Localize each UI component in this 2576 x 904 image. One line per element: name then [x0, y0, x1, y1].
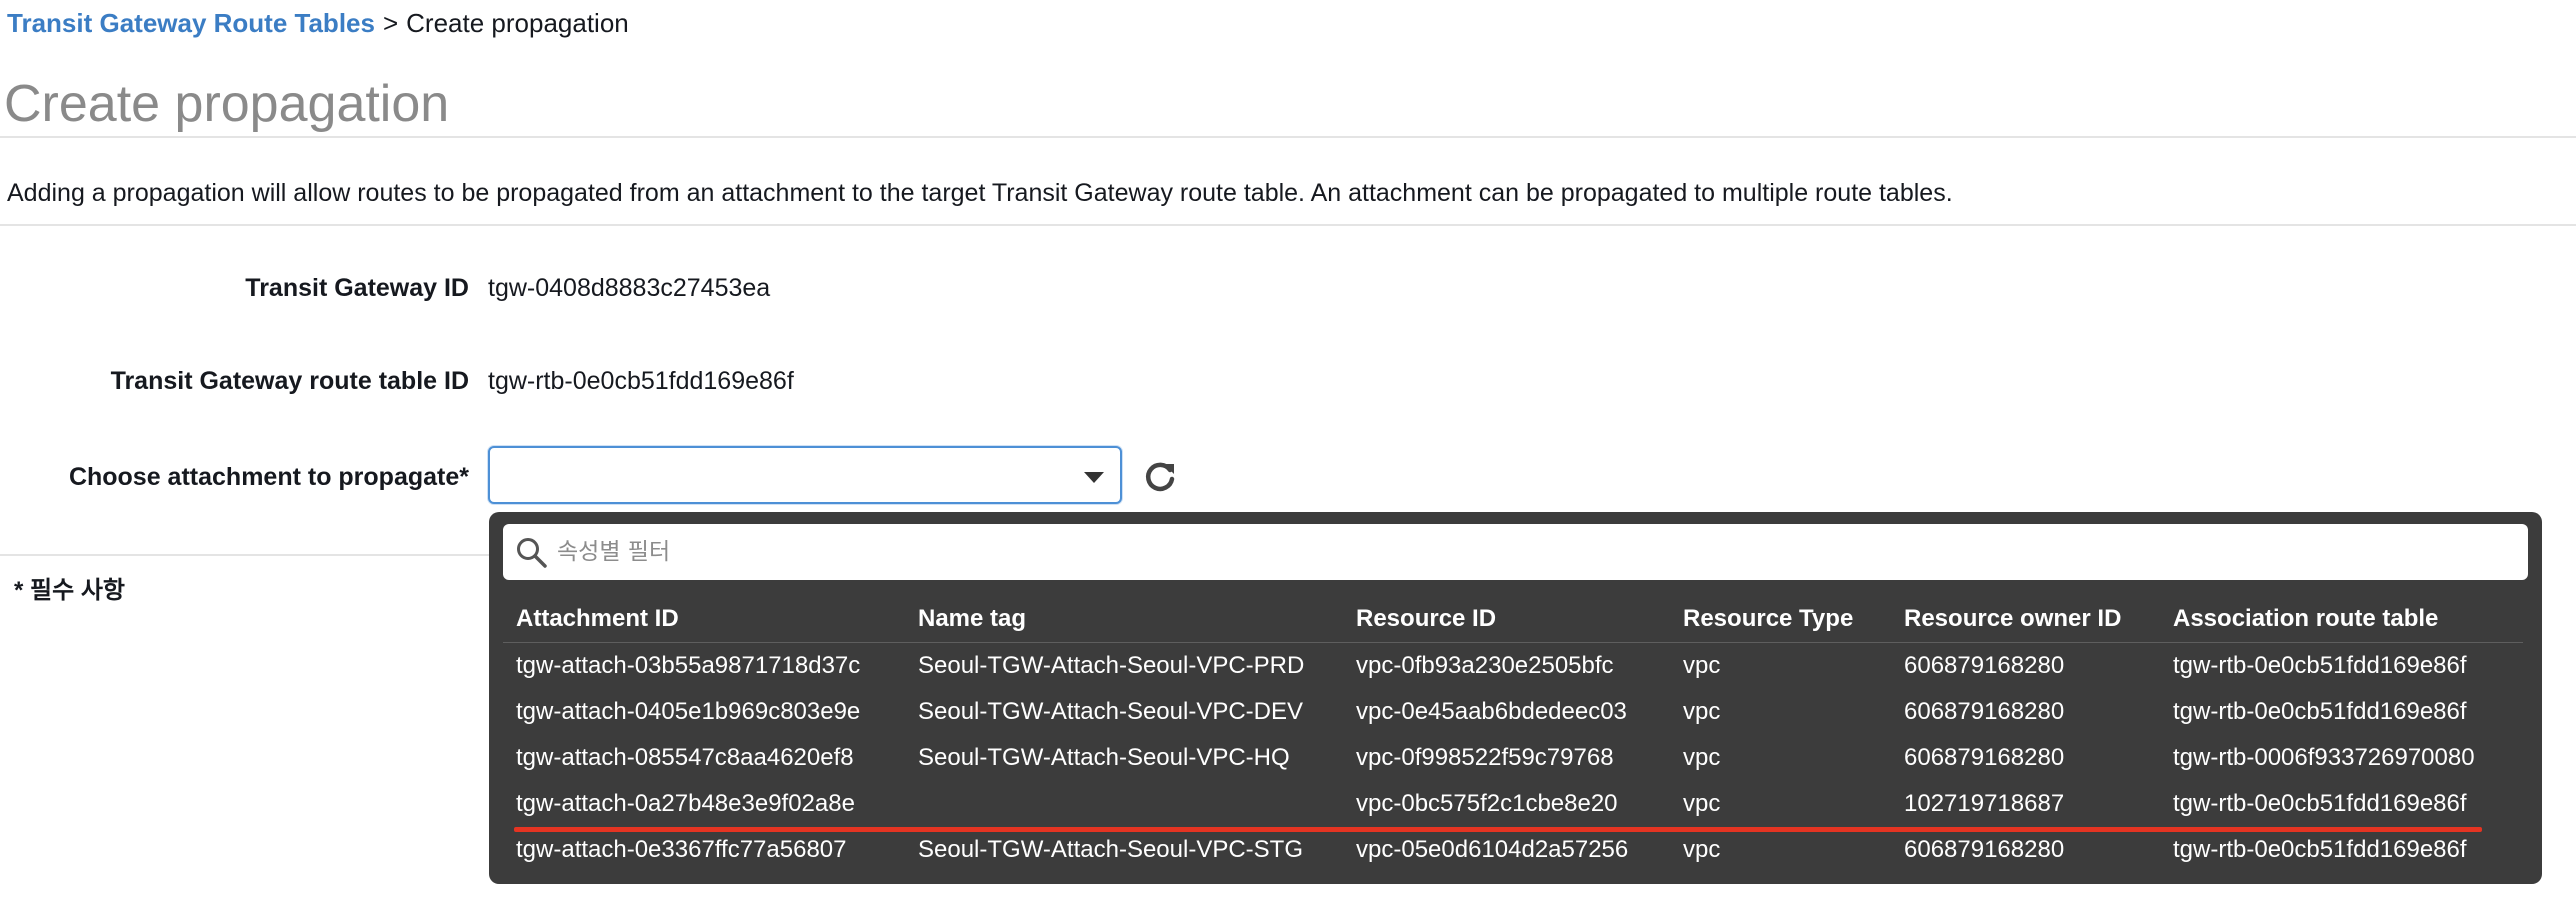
name-tag-cell: Seoul-TGW-Attach-Seoul-VPC-HQ: [918, 744, 1290, 771]
resource-id-cell: vpc-0f998522f59c79768: [1356, 744, 1614, 771]
attachment-option-row[interactable]: tgw-attach-0a27b48e3e9f02a8e vpc-0bc575f…: [489, 781, 2542, 827]
attachment-option-row[interactable]: tgw-attach-0e3367ffc77a56807 Seoul-TGW-A…: [489, 827, 2542, 873]
caret-down-icon[interactable]: [1084, 472, 1104, 483]
breadcrumb-current: Create propagation: [406, 8, 629, 38]
resource-type-cell: vpc: [1683, 790, 1721, 817]
column-header-owner-id: Resource owner ID: [1904, 605, 2122, 632]
attachment-id-cell: tgw-attach-0e3367ffc77a56807: [516, 836, 847, 863]
attachment-option-row[interactable]: tgw-attach-03b55a9871718d37c Seoul-TGW-A…: [489, 643, 2542, 689]
transit-gateway-id-label: Transit Gateway ID: [245, 274, 469, 302]
owner-id-cell: 102719718687: [1904, 790, 2065, 817]
attachment-id-cell: tgw-attach-085547c8aa4620ef8: [516, 744, 854, 771]
column-header-name-tag: Name tag: [918, 605, 1027, 632]
dropdown-header-row: Attachment ID Name tag Resource ID Resou…: [489, 604, 2542, 638]
column-header-attachment-id: Attachment ID: [516, 605, 679, 632]
attachment-id-cell: tgw-attach-03b55a9871718d37c: [516, 652, 861, 679]
column-header-resource-id: Resource ID: [1356, 605, 1497, 632]
association-route-table-cell: tgw-rtb-0006f933726970080: [2173, 744, 2475, 771]
resource-type-cell: vpc: [1683, 836, 1721, 863]
attachment-id-cell: tgw-attach-0405e1b969c803e9e: [516, 698, 861, 725]
page-title: Create propagation: [4, 75, 450, 133]
highlight-underline: [514, 827, 2482, 832]
resource-id-cell: vpc-0fb93a230e2505bfc: [1356, 652, 1614, 679]
association-route-table-cell: tgw-rtb-0e0cb51fdd169e86f: [2173, 836, 2467, 863]
attachment-id-cell: tgw-attach-0a27b48e3e9f02a8e: [516, 790, 855, 817]
route-table-id-value: tgw-rtb-0e0cb51fdd169e86f: [488, 367, 794, 395]
resource-id-cell: vpc-0e45aab6bdedeec03: [1356, 698, 1627, 725]
column-header-association-route-table: Association route table: [2173, 605, 2439, 632]
column-header-resource-type: Resource Type: [1683, 605, 1854, 632]
filter-box: [503, 524, 2528, 580]
owner-id-cell: 606879168280: [1904, 698, 2065, 725]
association-route-table-cell: tgw-rtb-0e0cb51fdd169e86f: [2173, 790, 2467, 817]
choose-attachment-label: Choose attachment to propagate*: [68, 463, 469, 491]
owner-id-cell: 606879168280: [1904, 652, 2065, 679]
route-table-id-label: Transit Gateway route table ID: [110, 367, 469, 395]
resource-type-cell: vpc: [1683, 652, 1721, 679]
form-divider: [0, 554, 490, 556]
breadcrumb-separator: >: [382, 8, 399, 38]
breadcrumb: Transit Gateway Route Tables > Create prop…: [7, 8, 629, 38]
owner-id-cell: 606879168280: [1904, 836, 2065, 863]
title-divider: [0, 136, 2576, 138]
filter-input[interactable]: [557, 532, 2507, 572]
resource-id-cell: vpc-05e0d6104d2a57256: [1356, 836, 1629, 863]
association-route-table-cell: tgw-rtb-0e0cb51fdd169e86f: [2173, 652, 2467, 679]
name-tag-cell: Seoul-TGW-Attach-Seoul-VPC-STG: [918, 836, 1303, 863]
refresh-icon[interactable]: [1140, 457, 1180, 497]
resource-id-cell: vpc-0bc575f2c1cbe8e20: [1356, 790, 1618, 817]
description-divider: [0, 224, 2576, 226]
resource-type-cell: vpc: [1683, 698, 1721, 725]
transit-gateway-id-value: tgw-0408d8883c27453ea: [488, 274, 771, 302]
attachment-option-row[interactable]: tgw-attach-0405e1b969c803e9e Seoul-TGW-A…: [489, 689, 2542, 735]
association-route-table-cell: tgw-rtb-0e0cb51fdd169e86f: [2173, 698, 2467, 725]
required-note: * 필수 사항: [14, 577, 125, 604]
attachment-select[interactable]: [488, 446, 1122, 504]
name-tag-cell: Seoul-TGW-Attach-Seoul-VPC-PRD: [918, 652, 1305, 679]
search-icon: [517, 538, 547, 568]
breadcrumb-link-route-tables[interactable]: Transit Gateway Route Tables: [7, 8, 375, 38]
page-description: Adding a propagation will allow routes t…: [7, 179, 1953, 207]
resource-type-cell: vpc: [1683, 744, 1721, 771]
attachment-option-row[interactable]: tgw-attach-085547c8aa4620ef8 Seoul-TGW-A…: [489, 735, 2542, 781]
name-tag-cell: Seoul-TGW-Attach-Seoul-VPC-DEV: [918, 698, 1304, 725]
owner-id-cell: 606879168280: [1904, 744, 2065, 771]
